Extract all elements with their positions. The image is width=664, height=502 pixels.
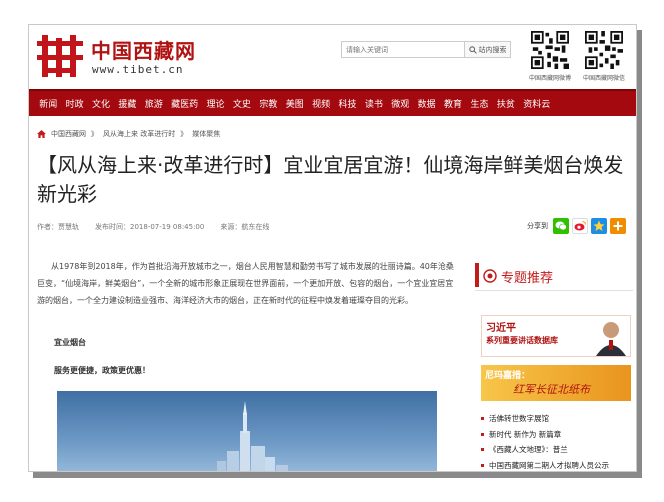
weibo-qr-code: [531, 31, 569, 69]
search-box: 站内搜索: [341, 41, 511, 58]
search-button-label: 站内搜索: [478, 45, 507, 54]
breadcrumb-separator: 》: [91, 130, 98, 138]
banner-subtitle: 系列重要讲话数据库: [486, 336, 558, 345]
nav-item[interactable]: 文史: [229, 97, 255, 110]
article-time: 发布时间：2018-07-19 08:45:00: [95, 223, 205, 231]
qzone-share-icon[interactable]: [591, 218, 607, 234]
portrait-icon: [596, 322, 626, 356]
weibo-qr-label: 中国西藏网微博: [528, 75, 571, 82]
search-input[interactable]: [342, 42, 464, 57]
banner-title: 尼玛嘉措：: [485, 371, 531, 381]
list-item[interactable]: 活佛转世数字展馆: [481, 411, 633, 427]
topic-link[interactable]: 新时代 新作为 新篇章: [489, 427, 561, 443]
search-button[interactable]: 站内搜索: [464, 42, 510, 57]
topic-list: 活佛转世数字展馆 新时代 新作为 新篇章 《西藏人文地理》：普兰 中国西藏网第二…: [481, 411, 633, 472]
share-label: 分享到: [527, 222, 548, 230]
article-source: 来源：航东在线: [220, 223, 270, 231]
breadcrumb-link[interactable]: 中国西藏网: [51, 129, 86, 139]
tibet-logo-icon[interactable]: [37, 35, 83, 77]
nav-item[interactable]: 数据: [413, 97, 439, 110]
nav-item[interactable]: 读书: [361, 97, 387, 110]
nav-item[interactable]: 理论: [202, 97, 228, 110]
topic-icon: [483, 269, 497, 283]
nima-banner[interactable]: 尼玛嘉措： 红军长征北纸布: [481, 365, 631, 401]
site-url: www.tibet.cn: [92, 63, 184, 76]
list-item[interactable]: 新时代 新作为 新篇章: [481, 427, 633, 443]
nav-item[interactable]: 资料云: [519, 97, 554, 110]
more-share-icon[interactable]: [610, 218, 626, 234]
search-icon: [468, 45, 477, 54]
nav-item[interactable]: 文化: [88, 97, 114, 110]
banner-subtitle: 红军长征北纸布: [513, 383, 590, 396]
breadcrumb-link[interactable]: 媒体聚焦: [192, 129, 220, 139]
nav-item[interactable]: 旅游: [141, 97, 167, 110]
section-heading: 宜业烟台: [54, 338, 86, 347]
share-bar: 分享到: [527, 218, 626, 234]
article-meta: 作者：贾慧轨 发布时间：2018-07-19 08:45:00 来源：航东在线: [37, 222, 269, 232]
banner-title: 习近平: [486, 323, 516, 334]
nav-item[interactable]: 微观: [387, 97, 413, 110]
xi-speech-banner[interactable]: 习近平 系列重要讲话数据库: [481, 315, 631, 357]
city-skyline-image: [217, 401, 288, 471]
breadcrumb-separator: 》: [180, 130, 188, 138]
topic-link[interactable]: 《西藏人文地理》：普兰: [489, 442, 568, 458]
sidebar-title: 专题推荐: [501, 271, 554, 286]
sidebar-header: 专题推荐: [475, 261, 633, 291]
nav-item[interactable]: 科技: [334, 97, 360, 110]
home-icon[interactable]: [37, 130, 46, 138]
article-author: 作者：贾慧轨: [37, 223, 79, 231]
wechat-qr-label: 中国西藏网微信: [582, 75, 625, 82]
list-item[interactable]: 《西藏人文地理》：普兰: [481, 442, 633, 458]
bullet-icon: [481, 417, 484, 421]
section-subheading: 服务更便捷，政策更优惠！: [54, 366, 150, 375]
weibo-share-icon[interactable]: [572, 218, 588, 234]
bullet-icon: [481, 432, 484, 436]
article-photo: [57, 391, 437, 471]
nav-item[interactable]: 新闻: [35, 97, 61, 110]
bullet-icon: [481, 448, 484, 452]
nav-item[interactable]: 时政: [61, 97, 87, 110]
nav-item[interactable]: 援藏: [114, 97, 140, 110]
wechat-share-icon[interactable]: [553, 218, 569, 234]
site-header: 中国西藏网 www.tibet.cn 站内搜索 中国西藏网微博: [29, 25, 636, 89]
sidebar-accent-bar: [475, 263, 479, 287]
nav-item[interactable]: 视频: [308, 97, 334, 110]
article-body: 从1978年到2018年，作为首批沿海开放城市之一，烟台人民用智慧和勤劳书写了城…: [37, 258, 455, 309]
article-paragraph: 从1978年到2018年，作为首批沿海开放城市之一，烟台人民用智慧和勤劳书写了城…: [37, 262, 454, 305]
breadcrumb: 中国西藏网 》 风从海上来 改革进行时 》 媒体聚焦: [37, 129, 220, 139]
topic-link[interactable]: 活佛转世数字展馆: [489, 411, 549, 427]
nav-item[interactable]: 藏医药: [167, 97, 202, 110]
main-nav: 新闻 时政 文化 援藏 旅游 藏医药 理论 文史 宗教 美图 视频 科技 读书 …: [29, 89, 636, 116]
nav-item[interactable]: 教育: [440, 97, 466, 110]
topic-link[interactable]: 中国西藏网第二期人才拟聘人员公示: [489, 458, 609, 472]
article-title: 【风从海上来·改革进行时】宜业宜居宜游！仙境海岸鲜美烟台焕发新光彩: [37, 153, 624, 206]
bullet-icon: [481, 463, 484, 467]
site-logo-text[interactable]: 中国西藏网: [91, 35, 196, 64]
breadcrumb-link[interactable]: 风从海上来 改革进行时: [103, 129, 175, 139]
nav-item[interactable]: 美图: [282, 97, 308, 110]
list-item[interactable]: 中国西藏网第二期人才拟聘人员公示: [481, 458, 633, 472]
browser-page: 中国西藏网 www.tibet.cn 站内搜索 中国西藏网微博: [28, 24, 637, 472]
nav-item[interactable]: 扶贫: [493, 97, 519, 110]
nav-item[interactable]: 宗教: [255, 97, 281, 110]
nav-item[interactable]: 生态: [466, 97, 492, 110]
wechat-qr-code: [585, 31, 623, 69]
